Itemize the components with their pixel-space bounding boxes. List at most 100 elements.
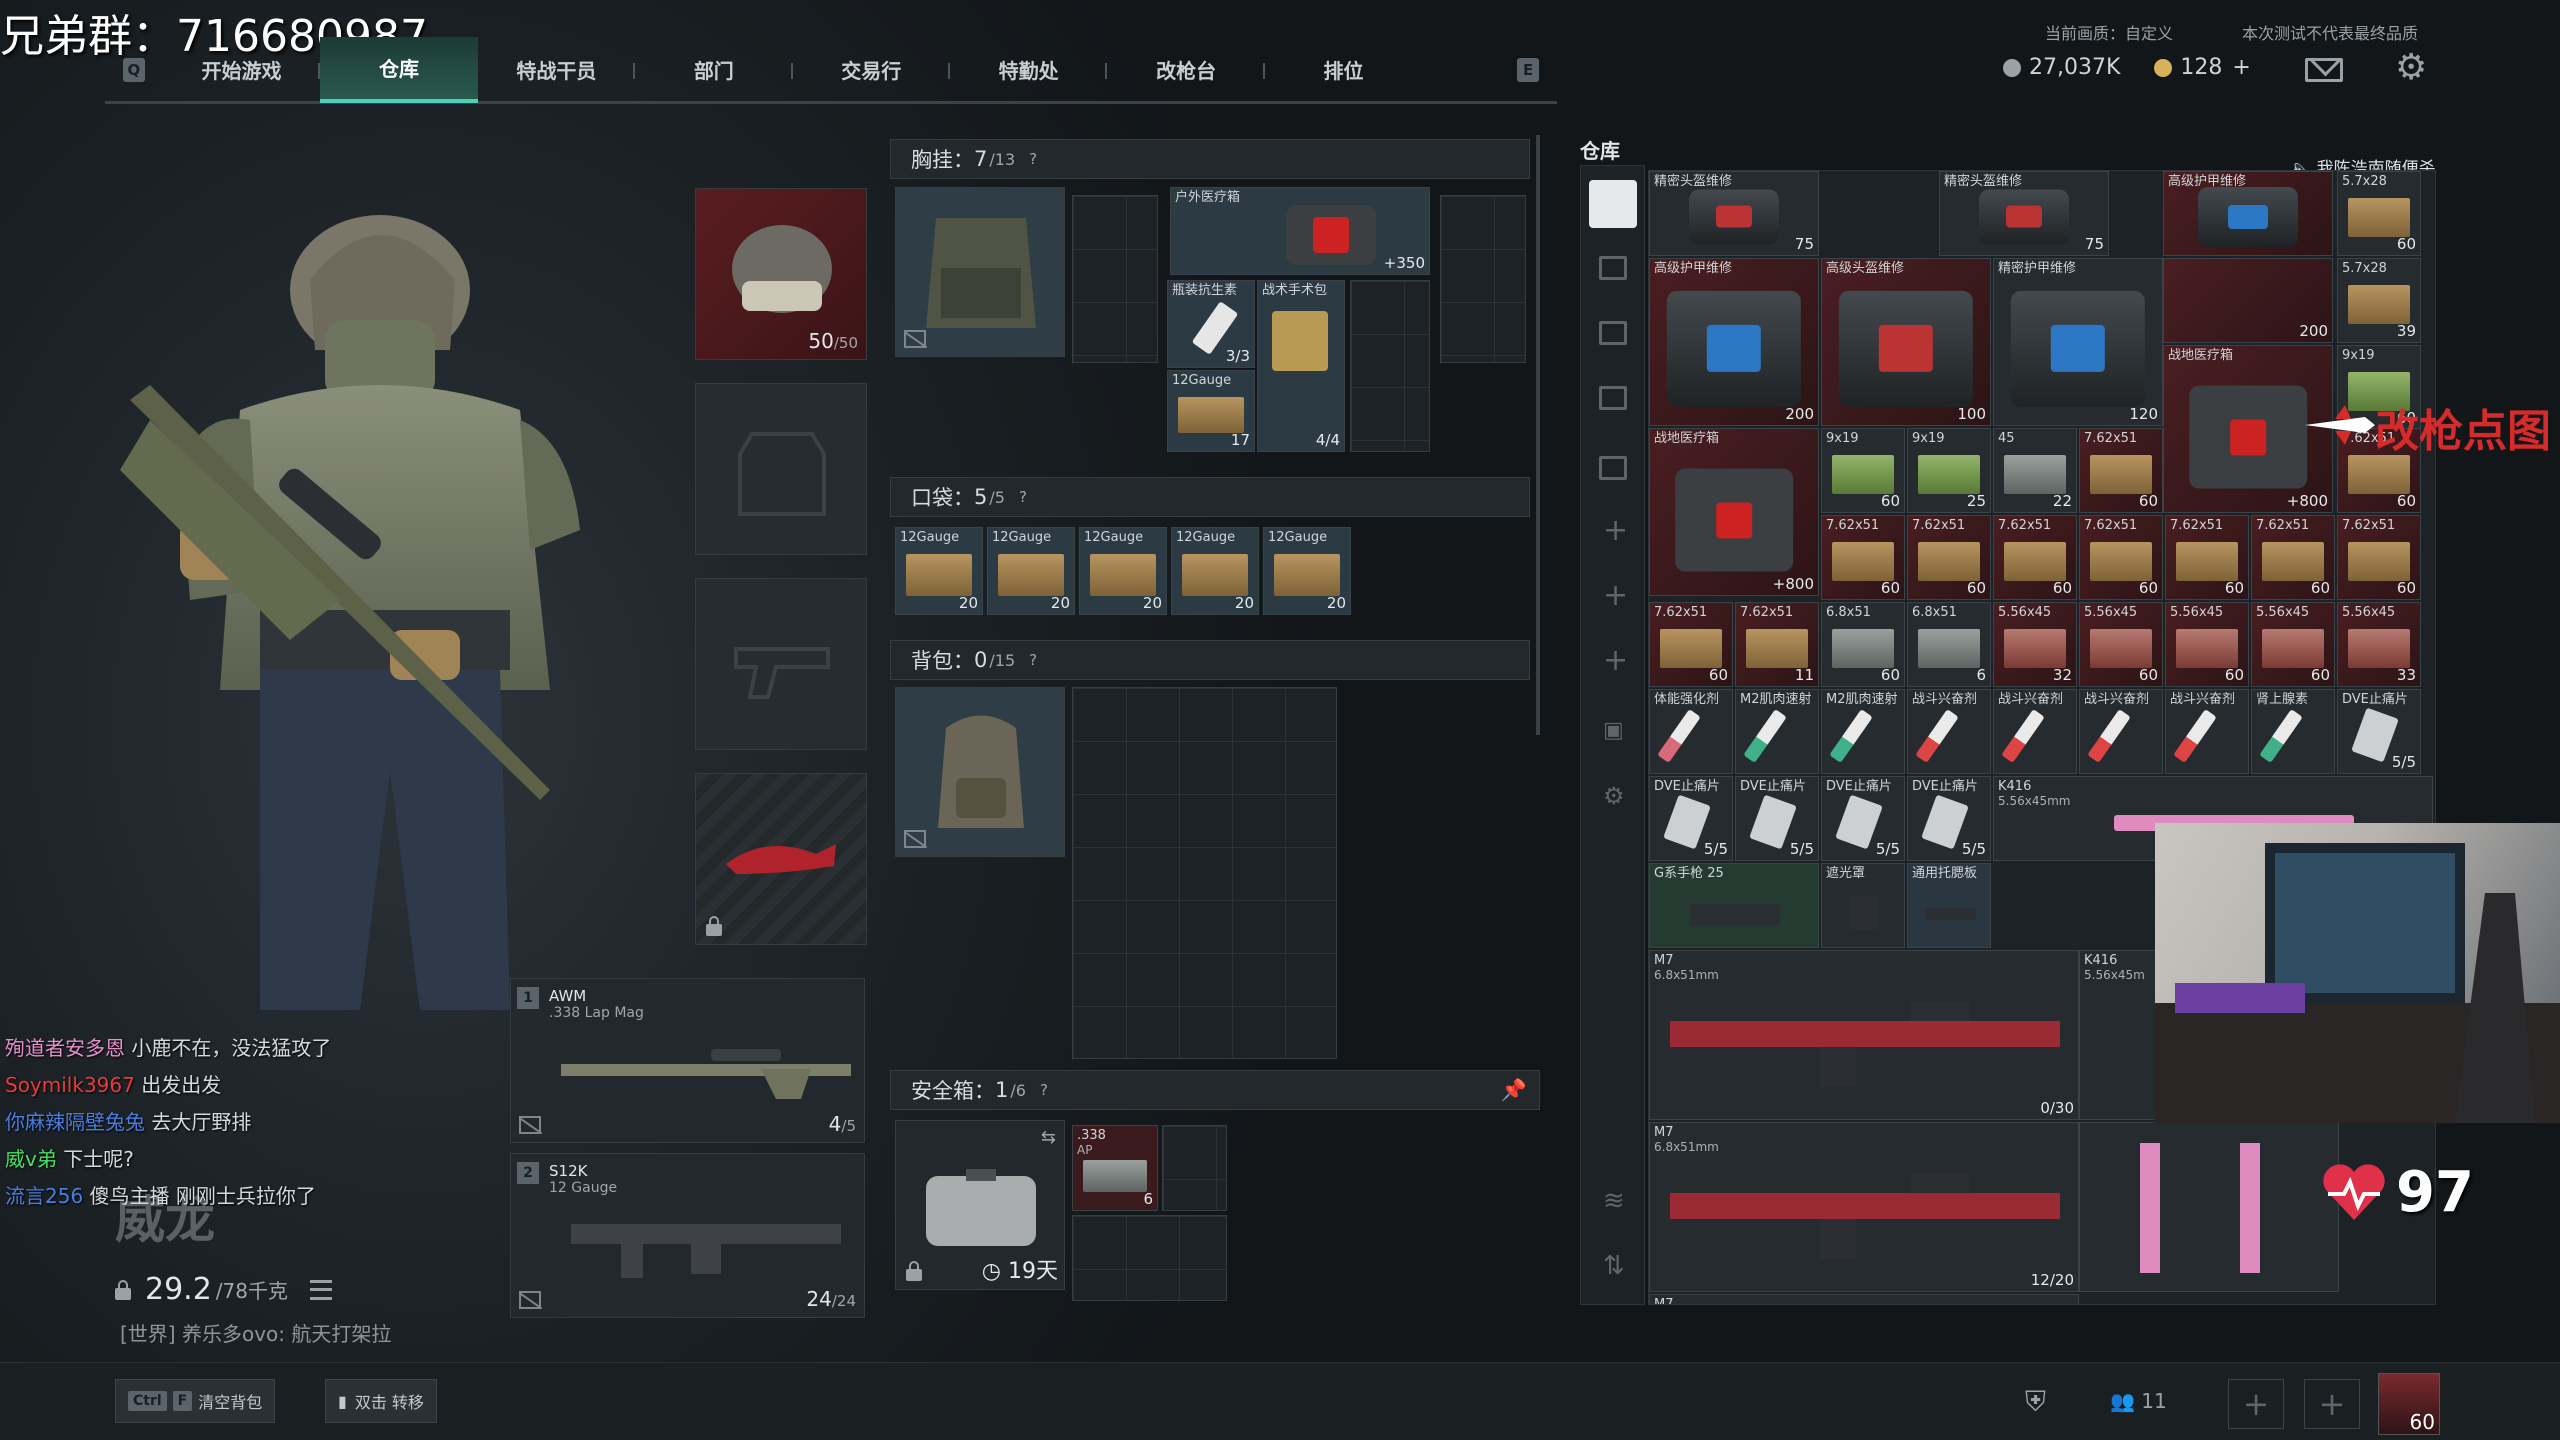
stash-item[interactable]: M2肌肉速射 bbox=[1821, 689, 1905, 774]
tab-department[interactable]: 部门 bbox=[635, 37, 793, 103]
tab-ranked[interactable]: 排位 bbox=[1265, 37, 1422, 103]
stash-item[interactable]: 5.56x45 60 bbox=[2251, 602, 2335, 687]
stash-item[interactable]: 7.62x51 60 bbox=[1821, 515, 1905, 600]
stash-item[interactable]: DVE止痛片 5/5 bbox=[1649, 776, 1733, 861]
stash-item[interactable]: 5.56x45 60 bbox=[2079, 602, 2163, 687]
stash-item[interactable]: M2肌肉速射 bbox=[1735, 689, 1819, 774]
gear-icon[interactable]: ⚙ bbox=[2395, 50, 2427, 86]
outdoor-medkit[interactable]: 户外医疗箱 +350 bbox=[1170, 187, 1430, 275]
tab-gunsmith[interactable]: 改枪台 bbox=[1107, 37, 1266, 103]
stash-page-icon[interactable] bbox=[1599, 456, 1627, 480]
stash-item[interactable]: 战斗兴奋剂 bbox=[1907, 689, 1991, 774]
tab-warehouse[interactable]: 仓库 bbox=[320, 36, 478, 103]
gear-icon[interactable]: ⚙ bbox=[1603, 781, 1625, 811]
safebox-ammo-338[interactable]: .338 AP 6 bbox=[1072, 1125, 1158, 1211]
stash-item[interactable]: 9x19 60 bbox=[1821, 428, 1905, 513]
stash-item[interactable]: 战地医疗箱 +800 bbox=[1649, 428, 1819, 596]
stash-item[interactable]: 5.56x45 60 bbox=[2165, 602, 2249, 687]
stash-item[interactable]: 精密头盔维修 75 bbox=[1649, 171, 1819, 256]
stash-item[interactable]: 7.62x51 60 bbox=[2251, 515, 2335, 600]
stash-item[interactable]: 5.56x45 33 bbox=[2337, 602, 2421, 687]
surgical-kit[interactable]: 战术手术包 4/4 bbox=[1257, 280, 1345, 452]
scrollbar[interactable] bbox=[1536, 135, 1540, 735]
layers-icon[interactable]: ≋ bbox=[1603, 1186, 1625, 1216]
stash-item[interactable]: 5.7x28 39 bbox=[2337, 258, 2421, 343]
stash-weapon-pink[interactable] bbox=[2079, 1122, 2339, 1292]
stash-item[interactable]: 7.62x51 60 bbox=[1649, 602, 1733, 687]
add-teammate-button[interactable]: + bbox=[2228, 1379, 2284, 1429]
stash-item[interactable]: G系手枪 25 bbox=[1649, 863, 1819, 948]
help-icon[interactable]: ? bbox=[1040, 1081, 1048, 1099]
antibiotics[interactable]: 瓶装抗生素 3/3 bbox=[1167, 280, 1255, 368]
stash-item[interactable]: 精密护甲维修 120 bbox=[1993, 258, 2163, 426]
stash-item[interactable]: 战斗兴奋剂 bbox=[1993, 689, 2077, 774]
stash-item[interactable]: 6.8x51 60 bbox=[1821, 602, 1905, 687]
stash-item[interactable]: 9x19 25 bbox=[1907, 428, 1991, 513]
add-teammate-button[interactable]: + bbox=[2304, 1379, 2360, 1429]
stash-item[interactable]: 体能强化剂 bbox=[1649, 689, 1733, 774]
tab-operators[interactable]: 特战干员 bbox=[478, 37, 636, 103]
stash-item[interactable]: 7.62x51 60 bbox=[1993, 515, 2077, 600]
stash-weapon-m7[interactable]: M7 6.8x51mm 12/20 bbox=[1649, 1122, 2079, 1292]
pocket-item[interactable]: 12Gauge 20 bbox=[1263, 527, 1351, 615]
player-avatar[interactable]: 60 bbox=[2378, 1373, 2440, 1435]
stash-weapon-m7[interactable]: M7 6.8x51mm 0/30 bbox=[1649, 950, 2079, 1120]
clear-backpack-button[interactable]: Ctrl F 清空背包 bbox=[115, 1379, 276, 1423]
stash-item[interactable]: 5.7x28 60 bbox=[2337, 171, 2421, 256]
double-click-transfer-button[interactable]: ▮ 双击 转移 bbox=[325, 1379, 437, 1423]
stash-item[interactable]: 高级护甲维修 200 bbox=[1649, 258, 1819, 426]
rig-grid-slot[interactable] bbox=[1440, 195, 1526, 363]
sort-icon[interactable]: ⇅ bbox=[1603, 1251, 1625, 1281]
pistol-slot[interactable] bbox=[695, 578, 867, 750]
lock-icon[interactable]: ▣ bbox=[1603, 716, 1624, 746]
stash-item[interactable]: 遮光罩 bbox=[1821, 863, 1905, 948]
stash-item[interactable]: 6.8x51 6 bbox=[1907, 602, 1991, 687]
add-page-icon[interactable]: + bbox=[1603, 516, 1628, 546]
pocket-item[interactable]: 12Gauge 20 bbox=[895, 527, 983, 615]
tab-trading[interactable]: 交易行 bbox=[793, 37, 951, 103]
stash-weapon-m7[interactable]: M7 bbox=[1649, 1294, 2079, 1304]
stash-page-icon[interactable] bbox=[1599, 256, 1627, 280]
help-icon[interactable]: ? bbox=[1019, 488, 1027, 506]
backpack-grid[interactable] bbox=[1072, 687, 1337, 1059]
safebox-grid[interactable] bbox=[1072, 1215, 1227, 1301]
rig-slot[interactable] bbox=[895, 187, 1065, 357]
add-page-icon[interactable]: + bbox=[1603, 581, 1628, 611]
shield-icon[interactable]: ⛨ bbox=[2025, 1385, 2046, 1419]
stash-item[interactable]: 高级头盔维修 100 bbox=[1821, 258, 1991, 426]
helmet-slot[interactable]: 50/50 bbox=[695, 188, 867, 360]
stash-item[interactable]: 精密头盔维修 75 bbox=[1939, 171, 2109, 256]
backpack-slot[interactable] bbox=[895, 687, 1065, 857]
stash-item[interactable]: DVE止痛片 5/5 bbox=[1735, 776, 1819, 861]
nav-next-key[interactable]: E bbox=[1517, 57, 1540, 82]
stash-item[interactable]: 肾上腺素 bbox=[2251, 689, 2335, 774]
melee-slot[interactable] bbox=[695, 773, 867, 945]
stash-item[interactable]: 7.62x51 60 bbox=[1907, 515, 1991, 600]
pocket-item[interactable]: 12Gauge 20 bbox=[1171, 527, 1259, 615]
stash-page-icon[interactable] bbox=[1599, 386, 1627, 410]
stash-item[interactable]: 7.62x51 11 bbox=[1735, 602, 1819, 687]
stash-item[interactable]: 通用托腮板 bbox=[1907, 863, 1991, 948]
squad-button[interactable]: 👥 11 bbox=[2110, 1389, 2167, 1413]
stash-home-icon[interactable] bbox=[1589, 180, 1637, 228]
rig-grid-slot[interactable] bbox=[1350, 280, 1430, 452]
stash-page-icon[interactable] bbox=[1599, 321, 1627, 345]
stash-item[interactable]: 45 22 bbox=[1993, 428, 2077, 513]
tab-special-ops[interactable]: 特勤处 bbox=[950, 37, 1108, 103]
stash-item[interactable]: 5.56x45 32 bbox=[1993, 602, 2077, 687]
stash-item[interactable]: 7.62x51 60 bbox=[2079, 428, 2163, 513]
add-currency-button[interactable]: + bbox=[2232, 55, 2250, 80]
swap-icon[interactable]: ⇆ bbox=[1041, 1127, 1056, 1148]
pocket-item[interactable]: 12Gauge 20 bbox=[1079, 527, 1167, 615]
stash-item[interactable]: 200 bbox=[2163, 258, 2333, 343]
help-icon[interactable]: ? bbox=[1029, 651, 1037, 669]
stash-item[interactable]: 战斗兴奋剂 bbox=[2079, 689, 2163, 774]
secondary-weapon-slot[interactable]: 2 S12K 12 Gauge 24/24 bbox=[510, 1153, 865, 1318]
stash-item[interactable]: 战斗兴奋剂 bbox=[2165, 689, 2249, 774]
pocket-item[interactable]: 12Gauge 20 bbox=[987, 527, 1075, 615]
pin-icon[interactable]: 📌 bbox=[1501, 1078, 1527, 1103]
armor-slot[interactable] bbox=[695, 383, 867, 555]
list-icon[interactable] bbox=[309, 1279, 332, 1300]
rig-grid-slot[interactable] bbox=[1072, 195, 1158, 363]
stash-item[interactable]: 7.62x51 60 bbox=[2337, 515, 2421, 600]
